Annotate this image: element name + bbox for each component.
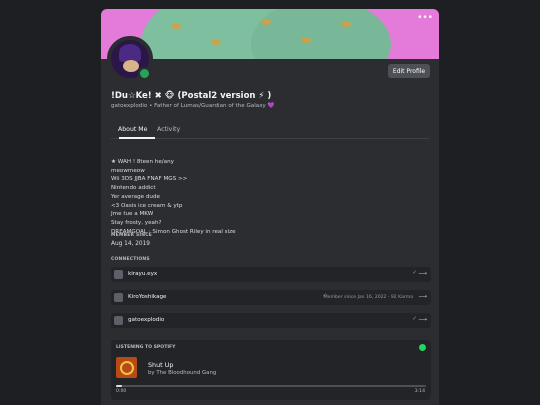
song-artist[interactable]: by The Bloodhound Gang <box>148 370 216 376</box>
track-progress-bar <box>116 385 426 387</box>
spotify-icon <box>419 344 426 351</box>
twitch-icon <box>114 270 123 279</box>
song-title[interactable]: Shut Up <box>148 361 173 369</box>
avatar[interactable] <box>107 36 153 82</box>
connection-item[interactable]: KiroYoshikage Member since Jan 16, 2022 … <box>111 290 431 305</box>
spotify-heading: LISTENING TO SPOTIFY <box>116 345 176 350</box>
album-art[interactable] <box>116 357 137 378</box>
verified-check-icon: ✓ <box>322 293 327 299</box>
connection-name: KiroYoshikage <box>128 294 167 300</box>
tab-activity[interactable]: Activity <box>157 126 180 133</box>
connection-meta: Member since Jan 16, 2022 · 92 Karma <box>323 295 413 300</box>
connection-name: kirayu.eyx <box>128 271 158 277</box>
track-duration: 3:14 <box>414 389 425 394</box>
external-link-icon[interactable]: ⟶ <box>418 293 427 300</box>
connections-heading: CONNECTIONS <box>111 257 150 262</box>
external-link-icon[interactable]: ⟶ <box>418 316 427 323</box>
profile-tabs: About Me Activity <box>111 126 429 139</box>
external-link-icon[interactable]: ⟶ <box>418 270 427 277</box>
active-tab-indicator <box>119 137 155 139</box>
spotify-activity: LISTENING TO SPOTIFY Shut Up by The Bloo… <box>111 340 431 400</box>
member-since-value: Aug 14, 2019 <box>111 241 150 247</box>
member-since-heading: MEMBER SINCE <box>111 233 153 238</box>
display-name: !Du☆Ke! ✖ 🐵 (Postal2 version ⚡ ) <box>111 91 272 101</box>
tab-about-me[interactable]: About Me <box>118 126 147 133</box>
steam-icon <box>114 316 123 325</box>
profile-card: ••• Edit Profile !Du☆Ke! ✖ 🐵 (Postal2 ve… <box>101 9 439 405</box>
more-options-icon[interactable]: ••• <box>417 13 433 23</box>
reddit-icon <box>114 293 123 302</box>
connection-item[interactable]: gatoexplodio ✓ ⟶ <box>111 313 431 328</box>
connection-item[interactable]: kirayu.eyx ✓ ⟶ <box>111 267 431 282</box>
verified-check-icon: ✓ <box>412 270 417 276</box>
online-status-icon <box>138 67 151 80</box>
about-me-text: ★ WAH ! 8teen he/any meowmeow Wii 3DS JJ… <box>111 159 236 235</box>
verified-check-icon: ✓ <box>412 316 417 322</box>
username-and-pronouns: gatoexplodio • Father of Lumas/Guardian … <box>111 103 275 109</box>
elapsed-time: 0:00 <box>116 389 127 394</box>
track-progress-fill <box>116 385 123 387</box>
connection-name: gatoexplodio <box>128 317 165 323</box>
edit-profile-button[interactable]: Edit Profile <box>388 64 430 78</box>
